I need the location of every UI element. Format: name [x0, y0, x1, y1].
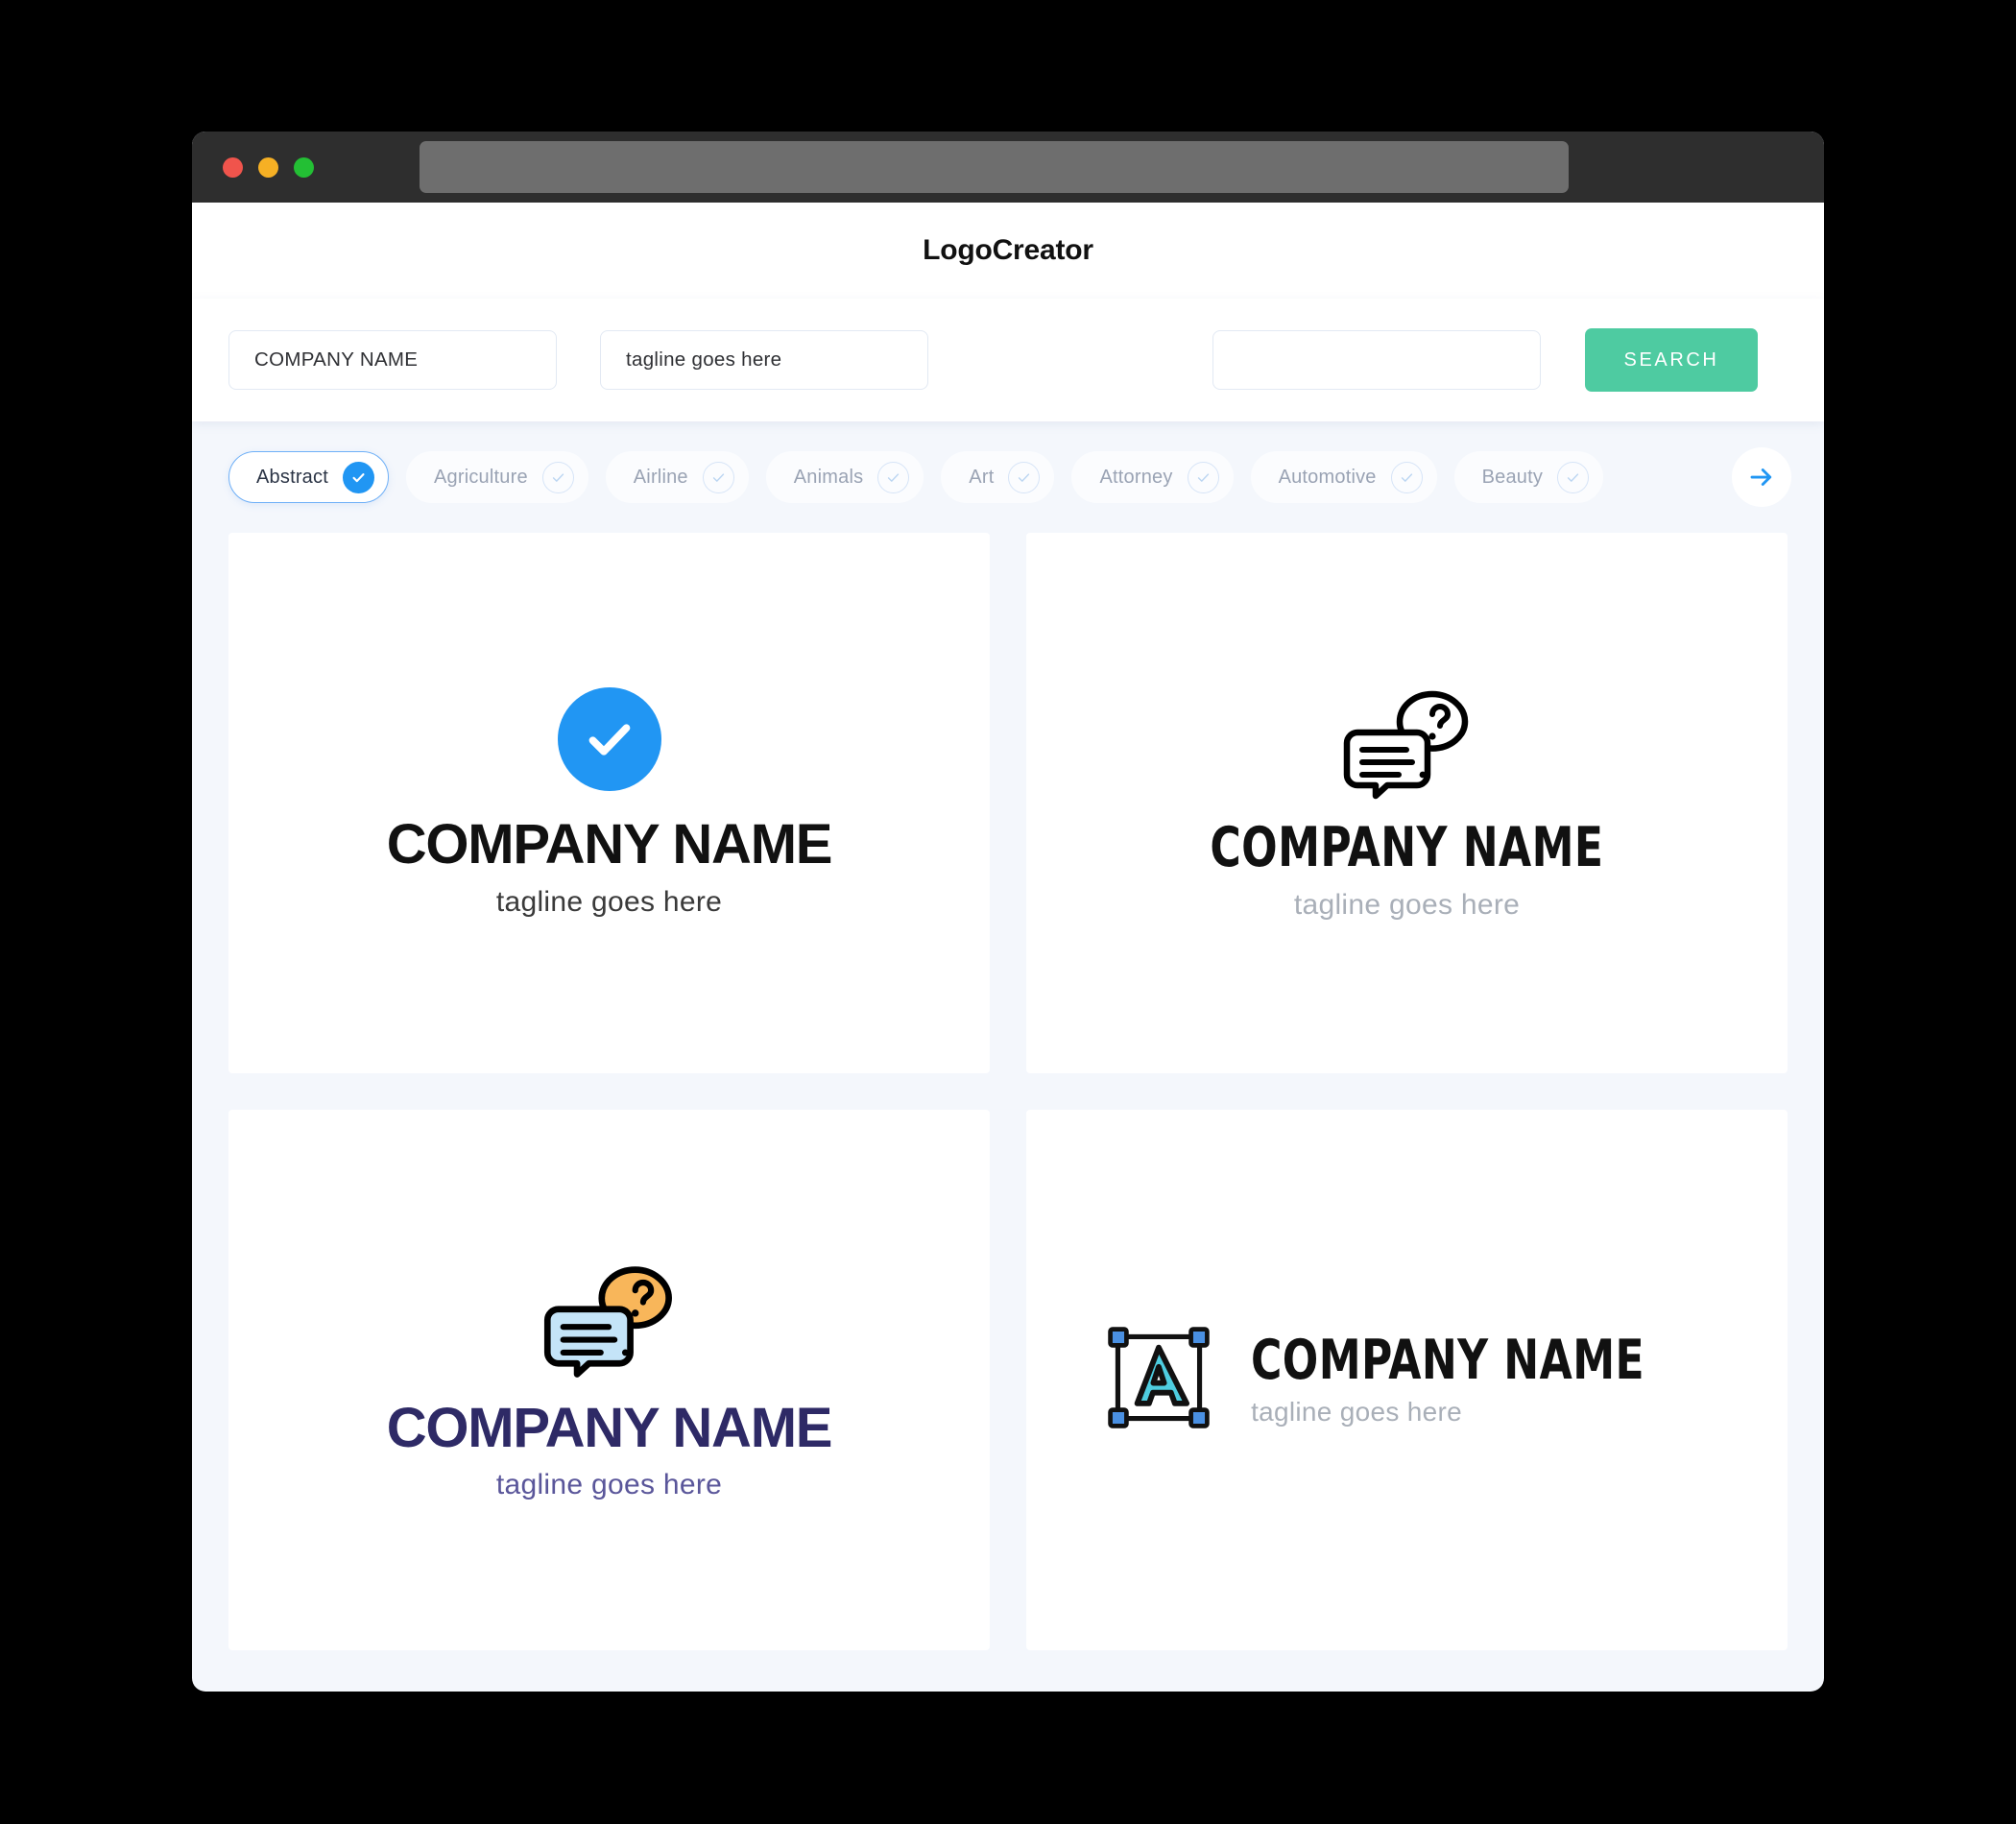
- category-chip-label: Agriculture: [433, 466, 528, 488]
- category-chip-beauty[interactable]: Beauty: [1453, 451, 1604, 503]
- search-button[interactable]: SEARCH: [1585, 328, 1758, 392]
- categories-next-button[interactable]: [1732, 447, 1791, 507]
- logo-card[interactable]: COMPANY NAME tagline goes here: [228, 1110, 990, 1650]
- logo-tagline: tagline goes here: [1251, 1397, 1462, 1428]
- app-header: LogoCreator: [192, 203, 1824, 299]
- logo-results-grid: COMPANY NAME tagline goes here COMPANY N…: [192, 533, 1824, 1687]
- check-circle-icon: [702, 461, 734, 493]
- logo-preview: COMPANY NAME tagline goes here: [1178, 684, 1636, 922]
- logo-card[interactable]: COMPANY NAME tagline goes here: [228, 533, 990, 1073]
- category-chip-attorney[interactable]: Attorney: [1071, 451, 1234, 503]
- category-filter-bar: Abstract Agriculture Airline Animals Art Atto…: [192, 421, 1824, 533]
- category-chip-label: Abstract: [256, 466, 328, 488]
- logo-company-name: COMPANY NAME: [386, 813, 833, 876]
- category-chip-label: Automotive: [1278, 466, 1377, 488]
- check-circle-icon: [541, 461, 574, 493]
- speech-bubbles-question-color-icon: [538, 1259, 682, 1384]
- logo-company-name: COMPANY NAME: [386, 1396, 833, 1459]
- logo-tagline: tagline goes here: [1293, 888, 1521, 921]
- check-circle-icon: [1008, 461, 1041, 493]
- check-circle-icon: [1390, 461, 1423, 493]
- company-name-input[interactable]: COMPANY NAME: [228, 330, 557, 390]
- logo-tagline: tagline goes here: [495, 1469, 723, 1501]
- checkmark-icon: [1019, 472, 1030, 482]
- speech-bubbles-question-outline-icon: [1337, 684, 1477, 804]
- check-circle-icon: [877, 461, 910, 493]
- category-chip-label: Attorney: [1099, 466, 1173, 488]
- checkmark-icon: [588, 724, 630, 756]
- checkmark-icon: [888, 472, 900, 482]
- category-chip-label: Beauty: [1481, 466, 1544, 488]
- letter-a-selection-icon: [1105, 1324, 1212, 1436]
- logo-company-name: COMPANY NAME: [1251, 1328, 1645, 1392]
- maximize-window-button[interactable]: [294, 156, 314, 178]
- checkmark-icon: [352, 472, 365, 482]
- browser-window: LogoCreator COMPANY NAME tagline goes he…: [192, 132, 1824, 1692]
- checkmark-icon: [552, 472, 564, 482]
- logo-text-block: COMPANY NAME tagline goes here: [1251, 1332, 1709, 1428]
- checkmark-icon: [1197, 472, 1209, 482]
- logo-preview: COMPANY NAME tagline goes here: [1105, 1324, 1709, 1436]
- check-circle-icon: [342, 461, 374, 493]
- speech-bubble-question-color-glyph: [543, 1265, 672, 1378]
- category-chip-animals[interactable]: Animals: [765, 451, 924, 503]
- logo-card[interactable]: COMPANY NAME tagline goes here: [1026, 1110, 1788, 1650]
- url-bar[interactable]: [420, 141, 1569, 193]
- page-title: LogoCreator: [923, 234, 1093, 266]
- category-chip-label: Art: [969, 466, 995, 488]
- logo-tagline: tagline goes here: [495, 885, 723, 918]
- traffic-lights: [223, 156, 314, 178]
- browser-titlebar: [192, 132, 1824, 203]
- search-toolbar: COMPANY NAME tagline goes here SEARCH: [192, 299, 1824, 421]
- check-circle-icon: [1557, 461, 1590, 493]
- category-chip-abstract[interactable]: Abstract: [228, 451, 389, 503]
- category-chip-label: Airline: [633, 466, 688, 488]
- minimize-window-button[interactable]: [258, 156, 278, 178]
- arrow-right-icon: [1750, 468, 1772, 486]
- category-chip-label: Animals: [793, 466, 864, 488]
- category-chip-airline[interactable]: Airline: [605, 451, 749, 503]
- logo-card[interactable]: COMPANY NAME tagline goes here: [1026, 533, 1788, 1073]
- tagline-input[interactable]: tagline goes here: [600, 330, 928, 390]
- logo-preview: COMPANY NAME tagline goes here: [387, 1259, 832, 1502]
- logo-company-name: COMPANY NAME: [1210, 816, 1604, 880]
- checkmark-icon: [1401, 472, 1412, 482]
- checkmark-icon: [712, 472, 724, 482]
- logo-preview: COMPANY NAME tagline goes here: [387, 687, 832, 919]
- category-chip-automotive[interactable]: Automotive: [1250, 451, 1437, 503]
- check-circle-icon: [557, 687, 661, 792]
- close-window-button[interactable]: [223, 156, 243, 178]
- speech-bubble-question-glyph: [1343, 690, 1468, 800]
- keyword-input[interactable]: [1212, 330, 1541, 390]
- category-chip-art[interactable]: Art: [941, 451, 1055, 503]
- category-chip-agriculture[interactable]: Agriculture: [405, 451, 588, 503]
- checkmark-icon: [1567, 472, 1579, 482]
- letter-a-bounding-box-glyph: [1108, 1327, 1210, 1428]
- check-circle-icon: [1187, 461, 1219, 493]
